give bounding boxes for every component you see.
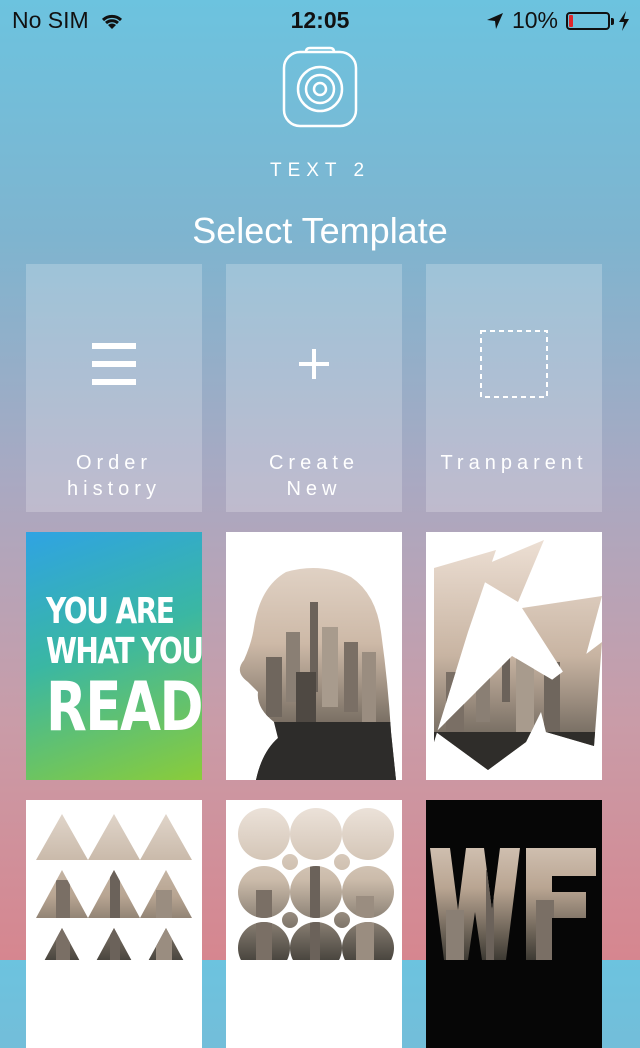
template-circles[interactable] [226, 800, 402, 1048]
transparent-label: Tranparent [440, 452, 588, 474]
camera-icon [282, 46, 358, 128]
transparent-button[interactable]: Tranparent [426, 264, 602, 512]
location-arrow-icon [486, 12, 503, 29]
create-new-button[interactable]: Create New [226, 264, 402, 512]
poster-text: YOU ARE WHAT YOUR READ [46, 591, 202, 747]
dashed-square-icon [426, 330, 602, 398]
create-new-label: Create New [268, 452, 360, 500]
plus-icon [226, 334, 402, 394]
circles-city-image [238, 808, 394, 960]
battery-icon [566, 11, 614, 30]
order-history-label: Order history [67, 452, 161, 500]
charging-bolt-icon [619, 10, 629, 31]
app-name: TEXT 2 [269, 160, 371, 181]
template-profile-silhouette[interactable] [226, 532, 402, 780]
template-triangle-rows[interactable] [26, 800, 202, 1048]
status-bar: No SIM 12:05 10% [0, 0, 640, 40]
status-right: 10% [486, 7, 630, 34]
triangle-rows-city-image [36, 814, 192, 960]
battery-level [569, 14, 573, 27]
silhouette-city-image [239, 568, 397, 780]
letters-city-image [430, 848, 596, 960]
template-triangles[interactable] [426, 532, 602, 780]
battery-percent: 10% [511, 7, 558, 33]
template-poster[interactable]: YOU ARE WHAT YOUR READ [26, 532, 202, 780]
order-history-button[interactable]: Order history [26, 264, 202, 512]
triangles-city-image [434, 540, 602, 770]
menu-lines-icon [26, 334, 202, 394]
page-title: Select Template [192, 210, 448, 251]
template-letters[interactable] [426, 800, 602, 1048]
